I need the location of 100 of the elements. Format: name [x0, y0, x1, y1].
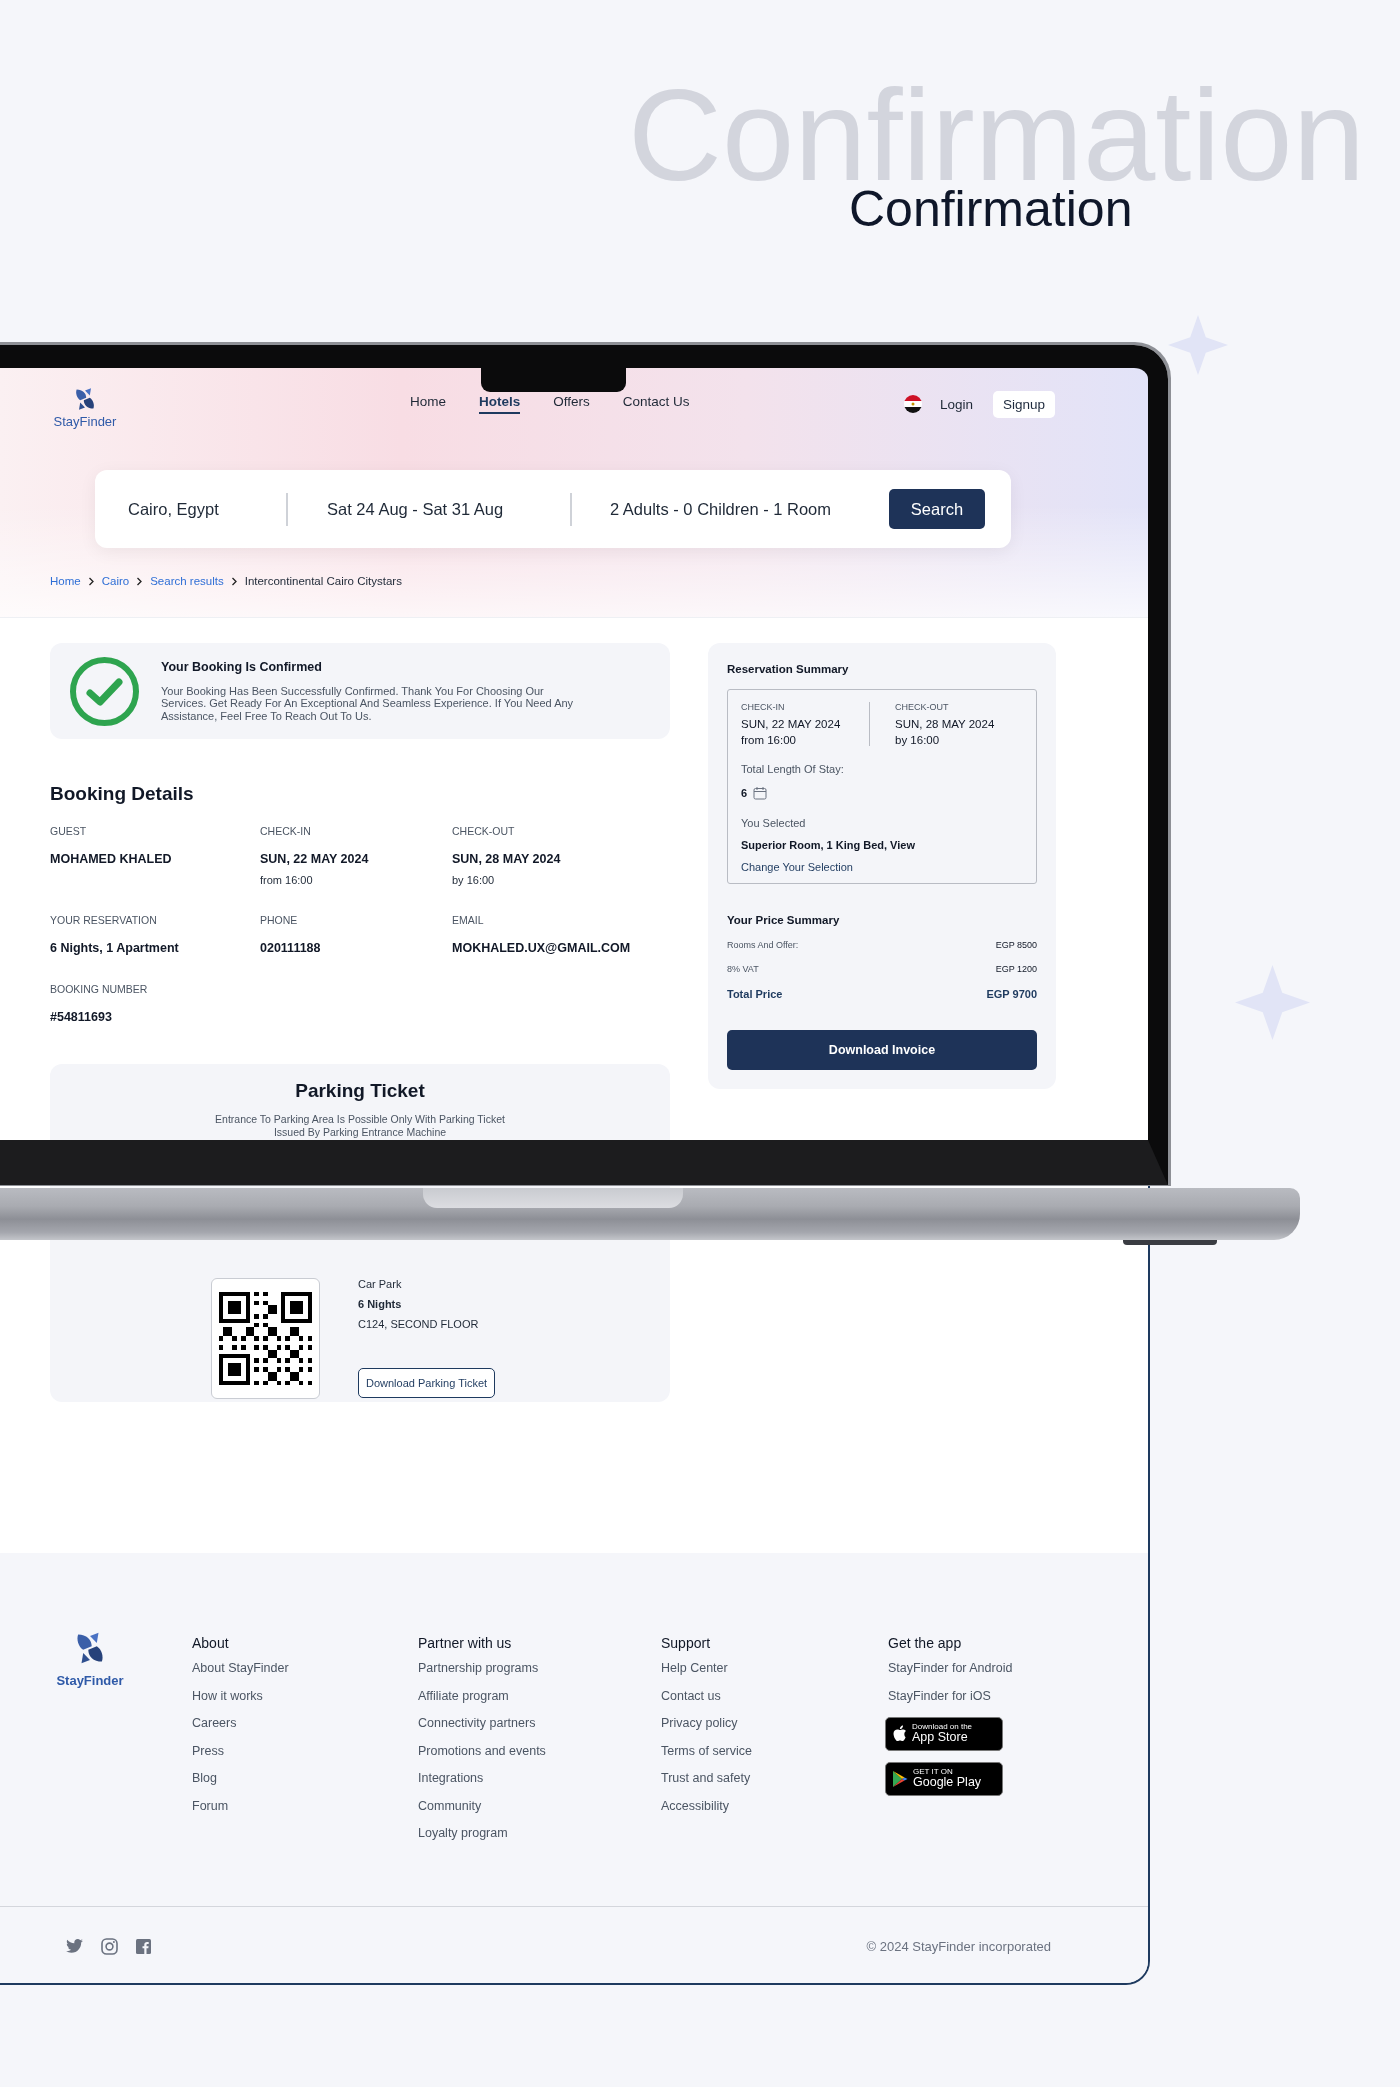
field-label: PHONE [260, 914, 299, 926]
footer-link[interactable]: How it works [192, 1688, 418, 1703]
field-value: MOKHALED.UX@GMAIL.COM [452, 941, 632, 955]
field-label: CHECK-OUT [895, 702, 950, 712]
breadcrumb-item[interactable]: Cairo [101, 575, 130, 587]
field-value: SUN, 28 MAY 2024 [895, 718, 996, 730]
footer-heading: Support [661, 1635, 712, 1651]
login-link[interactable]: Login [939, 396, 973, 412]
footer-link[interactable]: Community [418, 1798, 661, 1813]
footer-link[interactable]: Trust and safety [661, 1771, 888, 1785]
footer-link[interactable]: Promotions and events [418, 1743, 661, 1758]
price-label: 8% VAT [727, 964, 759, 974]
field-label: Total Length Of Stay: [741, 763, 845, 775]
copyright-text: © 2024 StayFinder incorporated [866, 1938, 1051, 1954]
brand-name[interactable]: StayFinder [56, 1673, 124, 1688]
summary-title: Reservation Summary [727, 663, 850, 675]
parking-description: Entrance To Parking Area Is Possible Only With Parking Ticket Issued By Parking Entrance Machine [214, 1113, 506, 1138]
footer-link[interactable]: Press [192, 1743, 418, 1758]
footer-link[interactable]: Blog [192, 1771, 418, 1785]
google-play-badge[interactable]: GET IT ON Google Play [885, 1761, 1003, 1796]
field-label: You Selected [741, 817, 807, 829]
chevron-right-icon [230, 576, 238, 586]
footer-link[interactable]: Privacy policy [661, 1716, 888, 1730]
footer-link[interactable]: Forum [192, 1798, 418, 1813]
field-value: 020111188 [260, 941, 322, 955]
page-title: Confirmation [849, 184, 1133, 234]
download-invoice-button[interactable]: Download Invoice [727, 1030, 1037, 1070]
date-field[interactable]: Sat 24 Aug - Sat 31 Aug [327, 499, 570, 519]
field-value: SUN, 28 MAY 2024 [452, 852, 562, 866]
nav-link[interactable]: Hotels [479, 394, 521, 414]
footer-link[interactable]: Loyalty program [418, 1826, 661, 1840]
field-value: Superior Room, 1 King Bed, View [741, 839, 916, 851]
parking-detail: C124, SECOND FLOOR [358, 1318, 480, 1330]
breadcrumb-item[interactable]: Home [50, 575, 81, 587]
nav-link[interactable]: Contact Us [622, 394, 690, 414]
footer-heading: Get the app [888, 1635, 963, 1651]
field-label: EMAIL [452, 914, 485, 926]
footer-link[interactable]: Affiliate program [418, 1688, 661, 1703]
footer-link[interactable]: StayFinder for Android [888, 1661, 1088, 1675]
download-ticket-button[interactable]: Download Parking Ticket [358, 1368, 496, 1398]
location-field[interactable]: Cairo, Egypt [128, 499, 286, 519]
field-label: CHECK-OUT [452, 825, 516, 837]
field-note: by 16:00 [452, 874, 496, 886]
breadcrumb-item: Intercontinental Cairo Citystars [244, 575, 402, 587]
chevron-right-icon [136, 576, 144, 586]
signup-button[interactable]: Signup [992, 390, 1055, 418]
section-title: Booking Details [50, 783, 195, 805]
guests-field[interactable]: 2 Adults - 0 Children - 1 Room [610, 499, 889, 519]
nav-link[interactable]: Home [410, 394, 446, 414]
price-summary-title: Your Price Summary [727, 914, 841, 926]
field-label: CHECK-IN [741, 702, 786, 712]
calendar-icon [753, 786, 768, 800]
twitter-icon[interactable] [66, 1939, 83, 1953]
field-value: SUN, 22 MAY 2024 [260, 852, 370, 866]
field-value: 6 [741, 787, 748, 799]
star-icon [1168, 315, 1228, 375]
field-label: CHECK-IN [260, 825, 312, 837]
footer-link[interactable]: StayFinder for iOS [888, 1688, 1088, 1703]
confirmation-message: Your Booking Has Been Successfully Confirmed. Thank You For Choosing Our Services. Get Ready For An Exceptional And Seamless Experience. If You Need Any Assistance, Feel Free To Reach Out To Us. [161, 684, 575, 723]
field-note: by 16:00 [895, 734, 941, 746]
app-store-badge[interactable]: Download on the App Store [885, 1716, 1003, 1751]
price-amount: EGP 8500 [995, 940, 1037, 950]
breadcrumb-item[interactable]: Search results [150, 575, 224, 587]
facebook-icon[interactable] [136, 1938, 151, 1954]
apple-icon [892, 1725, 907, 1742]
footer-link[interactable]: Careers [192, 1716, 418, 1730]
logo-icon [73, 387, 97, 411]
footer-link[interactable]: Terms of service [661, 1743, 888, 1758]
field-label: GUEST [50, 825, 88, 837]
footer-link[interactable]: Integrations [418, 1771, 661, 1785]
price-amount: EGP 1200 [995, 964, 1037, 974]
field-value: #54811693 [50, 1010, 113, 1024]
confirmation-title: Your Booking Is Confirmed [161, 659, 323, 674]
field-label: YOUR RESERVATION [50, 914, 158, 926]
price-label: Rooms And Offer: [727, 940, 799, 950]
footer-heading: About [192, 1635, 230, 1651]
footer-heading: Partner with us [418, 1635, 513, 1651]
field-note: from 16:00 [260, 874, 314, 886]
play-store-icon [892, 1769, 908, 1788]
field-note: from 16:00 [741, 734, 797, 746]
instagram-icon[interactable] [101, 1937, 118, 1955]
parking-detail: 6 Nights [358, 1298, 403, 1310]
search-button[interactable]: Search [889, 489, 985, 529]
field-value: SUN, 22 MAY 2024 [741, 718, 842, 730]
price-label: Total Price [727, 988, 783, 1000]
footer-link[interactable]: Contact us [661, 1688, 888, 1703]
price-amount: EGP 9700 [986, 988, 1037, 1000]
nav-link[interactable]: Offers [553, 394, 590, 414]
footer-link[interactable]: Partnership programs [418, 1661, 661, 1675]
field-value: 6 Nights, 1 Apartment [50, 941, 180, 955]
footer-link[interactable]: About StayFinder [192, 1661, 418, 1675]
check-circle-icon [70, 656, 139, 726]
footer-link[interactable]: Help Center [661, 1661, 888, 1675]
parking-detail: Car Park [358, 1278, 403, 1290]
footer-link[interactable]: Accessibility [661, 1798, 888, 1813]
change-selection-link[interactable]: Change Your Selection [741, 861, 1023, 873]
brand-name[interactable]: StayFinder [53, 414, 117, 429]
chevron-right-icon [87, 576, 95, 586]
footer-link[interactable]: Connectivity partners [418, 1716, 661, 1730]
flag-icon[interactable] [903, 395, 922, 413]
